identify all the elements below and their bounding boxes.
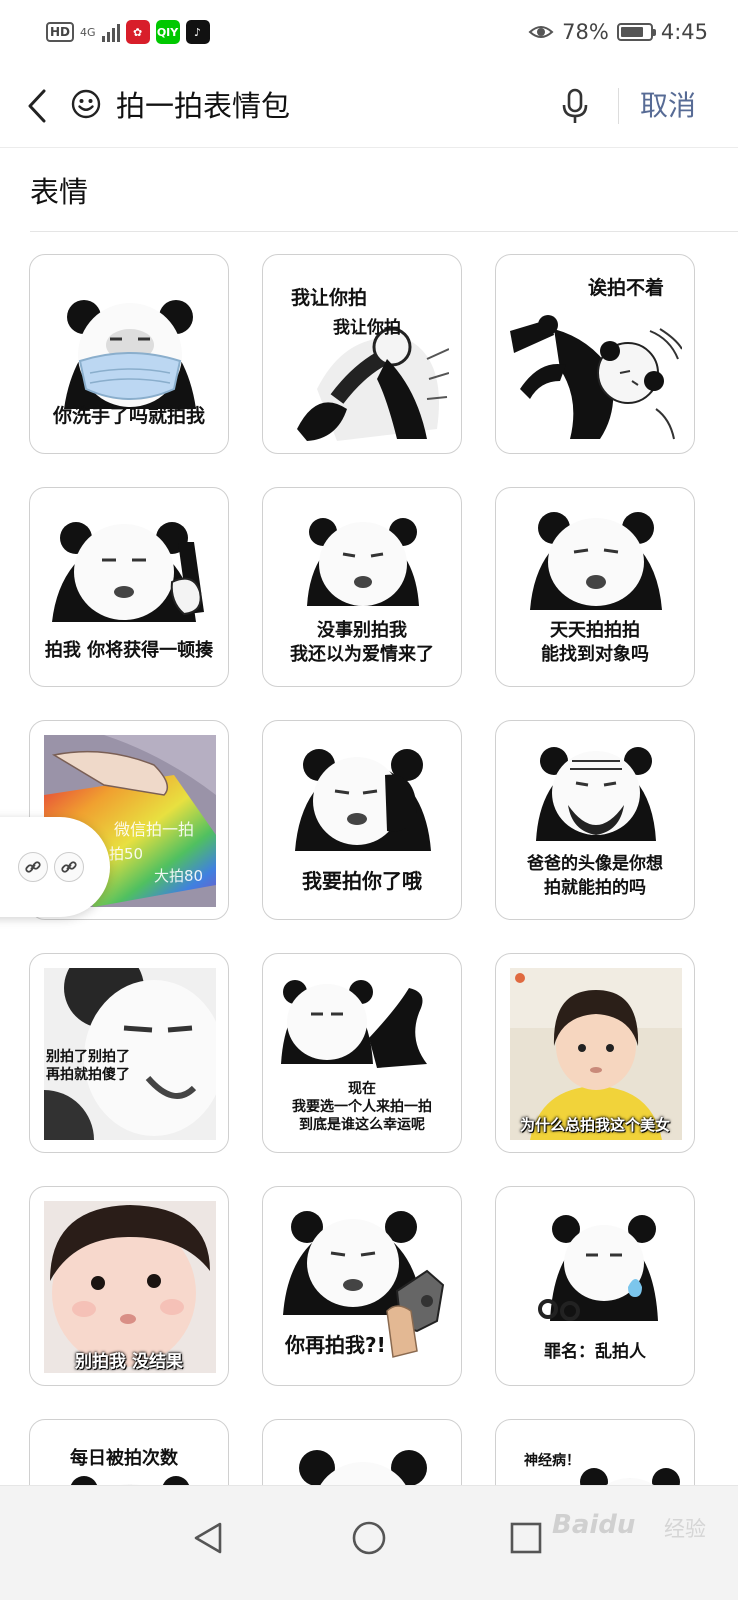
- sticker-caption: 我要选一个人来拍一拍: [292, 1099, 432, 1115]
- search-header: 拍一拍表情包 取消: [0, 66, 738, 148]
- sticker-caption: 我让你拍: [291, 287, 368, 309]
- eye-comfort-icon: [528, 26, 554, 38]
- microphone-icon[interactable]: [560, 86, 590, 126]
- sticker-caption: 每日被拍次数: [70, 1448, 178, 1469]
- sticker-caption: 我让你拍: [333, 318, 401, 338]
- sticker-caption: 我要拍你了哦: [302, 869, 422, 893]
- sticker-caption: 神经病！: [524, 1453, 580, 1469]
- cancel-button[interactable]: 取消: [640, 86, 696, 126]
- sticker-caption: 拍就能拍的吗: [544, 878, 646, 898]
- sticker-caption: 能找到对象吗: [541, 644, 649, 665]
- back-button[interactable]: [22, 86, 52, 126]
- signal-icon: [101, 22, 120, 42]
- nav-back-button[interactable]: [178, 1508, 238, 1568]
- sticker-caption: 爸爸的头像是你想: [527, 854, 663, 874]
- sticker-tile[interactable]: 天天拍拍拍 能找到对象吗: [495, 487, 695, 687]
- sticker-caption: 天天拍拍拍: [550, 620, 640, 641]
- sticker-caption: 你洗手了吗就拍我: [52, 405, 205, 427]
- watermark-suffix: 经验: [664, 1517, 706, 1541]
- sticker-tile[interactable]: 别拍了别拍了 再拍就拍傻了: [29, 953, 229, 1153]
- overlay-text: 大拍80: [154, 867, 203, 885]
- chevron-left-icon: [28, 89, 46, 123]
- triangle-back-icon: [194, 1522, 222, 1554]
- link-button[interactable]: [18, 852, 48, 882]
- link-icon: [25, 861, 41, 873]
- iqiyi-icon: QIY: [155, 20, 180, 44]
- section-divider: [30, 231, 738, 232]
- header-divider: [618, 88, 619, 124]
- status-bar: HD 4G ✿ QIY ♪ 78% 4:45: [0, 0, 738, 64]
- sticker-tile[interactable]: 罪名：乱拍人: [495, 1186, 695, 1386]
- sticker-caption: 诶拍不着: [588, 277, 665, 299]
- baidu-watermark: Baidu 经验: [552, 1488, 732, 1548]
- sticker-caption: 没事别拍我: [317, 620, 407, 641]
- square-recents-icon: [510, 1522, 542, 1554]
- sticker-tile[interactable]: 现在 我要选一个人来拍一拍 到底是谁这么幸运呢: [262, 953, 462, 1153]
- tiktok-icon: ♪: [185, 20, 210, 44]
- sticker-caption: 再拍就拍傻了: [46, 1067, 130, 1083]
- sticker-caption: 到底是谁这么幸运呢: [299, 1117, 425, 1133]
- sticker-tile[interactable]: 你洗手了吗就拍我: [29, 254, 229, 454]
- watermark-brand: Baidu: [552, 1510, 636, 1540]
- sticker-tile[interactable]: 爸爸的头像是你想 拍就能拍的吗: [495, 720, 695, 920]
- floating-link-panel[interactable]: [0, 817, 110, 917]
- overlay-text: 微信拍一拍: [114, 820, 194, 839]
- section-title: 表情: [30, 175, 89, 209]
- app-root: { "status_bar": { "hd": "HD", "network":…: [0, 0, 738, 1600]
- hd-indicator: HD: [46, 22, 75, 42]
- nav-recents-button[interactable]: [496, 1508, 556, 1568]
- sticker-caption: 现在: [348, 1081, 376, 1097]
- battery-percent: 78%: [562, 20, 609, 44]
- emoji-icon: [71, 89, 101, 119]
- battery-icon: [616, 23, 656, 41]
- link-icon: [61, 861, 77, 873]
- sticker-tile[interactable]: 诶拍不着: [495, 254, 695, 454]
- sticker-tile[interactable]: 我要拍你了哦: [262, 720, 462, 920]
- sticker-caption: 为什么总拍我这个美女: [519, 1116, 670, 1134]
- sticker-tile[interactable]: 为什么总拍我这个美女: [495, 953, 695, 1153]
- sticker-caption: 我还以为爱情来了: [290, 644, 434, 665]
- link-button[interactable]: [54, 852, 84, 882]
- sticker-caption: 拍我 你将获得一顿揍: [44, 640, 214, 661]
- circle-home-icon: [352, 1521, 386, 1555]
- sticker-tile[interactable]: 别拍我 没结果: [29, 1186, 229, 1386]
- nav-home-button[interactable]: [339, 1508, 399, 1568]
- search-input[interactable]: 拍一拍表情包: [116, 86, 290, 126]
- clock: 4:45: [660, 20, 708, 44]
- sticker-caption: 别拍了别拍了: [46, 1049, 130, 1065]
- sticker-tile[interactable]: 我让你拍 我让你拍: [262, 254, 462, 454]
- sticker-caption: 别拍我 没结果: [75, 1352, 183, 1372]
- sticker-caption: 罪名：乱拍人: [544, 1342, 646, 1362]
- sticker-caption: 你再拍我?!: [285, 1333, 386, 1357]
- network-type: 4G: [80, 25, 96, 39]
- pinduoduo-icon: ✿: [125, 20, 150, 44]
- battery-fill: [620, 27, 643, 37]
- status-right: 78% 4:45: [528, 20, 708, 44]
- sticker-tile[interactable]: 拍我 你将获得一顿揍: [29, 487, 229, 687]
- status-left: HD 4G ✿ QIY ♪: [46, 20, 210, 44]
- sticker-tile[interactable]: 没事别拍我 我还以为爱情来了: [262, 487, 462, 687]
- sticker-tile[interactable]: 你再拍我?!: [262, 1186, 462, 1386]
